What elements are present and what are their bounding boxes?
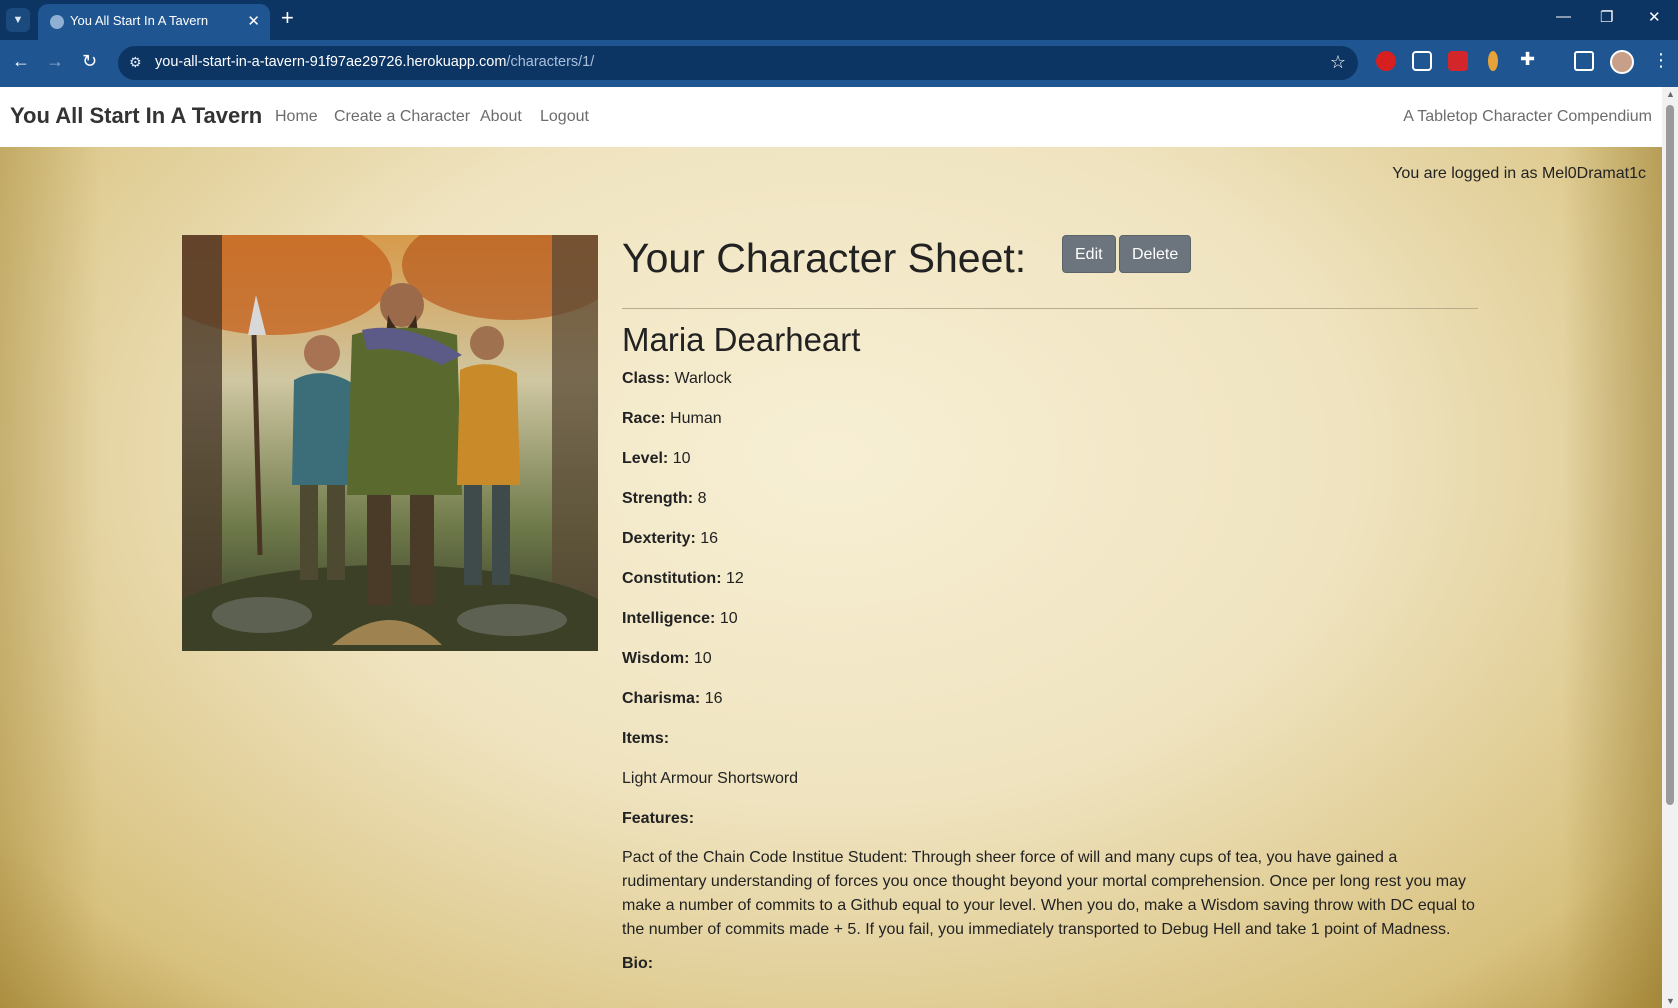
adventurers-illustration — [182, 235, 598, 651]
field-value: 10 — [693, 650, 712, 667]
field-value: 12 — [725, 570, 744, 587]
field-label: Constitution: — [622, 570, 722, 587]
field-intelligence: Intelligence: 10 — [622, 610, 738, 628]
field-wisdom: Wisdom: 10 — [622, 650, 712, 668]
scroll-thumb[interactable] — [1666, 105, 1674, 805]
delete-button[interactable]: Delete — [1119, 235, 1192, 273]
features-heading: Features: — [622, 810, 694, 828]
field-label: Level: — [622, 450, 669, 467]
nav-logout[interactable]: Logout — [540, 108, 589, 126]
field-class: Class: Warlock — [622, 370, 732, 388]
url-path: /characters/1/ — [506, 54, 595, 70]
window-close-icon[interactable]: ✕ — [1648, 8, 1661, 26]
site-brand[interactable]: You All Start In A Tavern — [10, 103, 262, 129]
url-host: you-all-start-in-a-tavern-91f97ae29726.h… — [155, 54, 507, 70]
profile-avatar[interactable] — [1610, 50, 1634, 74]
field-label: Strength: — [622, 490, 694, 507]
field-label: Intelligence: — [622, 610, 716, 627]
bio-heading: Bio: — [622, 955, 653, 973]
globe-icon — [50, 15, 64, 29]
field-value: 16 — [704, 690, 723, 707]
side-panel-icon[interactable] — [1574, 51, 1594, 71]
browser-tab-strip: ▼ You All Start In A Tavern ✕ + — ❐ ✕ — [0, 0, 1678, 40]
close-tab-icon[interactable]: ✕ — [247, 12, 260, 30]
field-label: Wisdom: — [622, 650, 690, 667]
features-text: Pact of the Chain Code Institue Student:… — [622, 849, 1475, 938]
nav-about[interactable]: About — [480, 108, 522, 126]
restore-icon[interactable]: ❐ — [1600, 8, 1613, 26]
tab-title: You All Start In A Tavern — [70, 13, 209, 28]
items-label: Items: — [622, 730, 670, 747]
site-info-icon[interactable]: ⚙ — [129, 54, 142, 71]
site-tagline: A Tabletop Character Compendium — [1403, 108, 1652, 125]
forward-arrow-icon[interactable]: → — [46, 51, 64, 72]
field-dexterity: Dexterity: 16 — [622, 530, 718, 548]
field-value: Warlock — [674, 370, 732, 387]
nav-create-character[interactable]: Create a Character — [334, 108, 470, 126]
tab-list-chevron-icon[interactable]: ▼ — [6, 8, 30, 32]
field-charisma: Charisma: 16 — [622, 690, 723, 708]
minimize-icon[interactable]: — — [1556, 8, 1571, 25]
url-text[interactable]: you-all-start-in-a-tavern-91f97ae29726.h… — [155, 54, 594, 70]
title-divider — [622, 308, 1478, 309]
scroll-up-arrow-icon[interactable]: ▲ — [1666, 89, 1675, 99]
pdf-extension-icon[interactable] — [1448, 51, 1468, 71]
logged-in-status: You are logged in as Mel0Dramat1c — [1392, 165, 1646, 182]
items-heading: Items: — [622, 730, 669, 748]
extension-reader-icon[interactable] — [1412, 51, 1432, 71]
page-title: Your Character Sheet: — [622, 235, 1027, 281]
character-portrait — [182, 235, 598, 651]
page-scrollbar[interactable]: ▲ ▼ — [1662, 87, 1678, 1008]
field-label: Race: — [622, 410, 666, 427]
site-navbar: You All Start In A Tavern Home Create a … — [0, 87, 1662, 147]
back-arrow-icon[interactable]: ← — [12, 51, 30, 72]
field-label: Dexterity: — [622, 530, 696, 547]
bio-label: Bio: — [622, 955, 654, 972]
bookmark-star-icon[interactable]: ☆ — [1330, 52, 1346, 73]
reload-icon[interactable]: ↻ — [82, 51, 97, 72]
nav-home[interactable]: Home — [275, 108, 318, 126]
field-value: 8 — [697, 490, 707, 507]
new-tab-plus-icon[interactable]: + — [281, 7, 294, 29]
features-label: Features: — [622, 810, 695, 827]
field-value: 10 — [719, 610, 738, 627]
scroll-down-arrow-icon[interactable]: ▼ — [1666, 996, 1675, 1006]
browser-tab[interactable]: You All Start In A Tavern ✕ — [38, 4, 270, 40]
browser-toolbar: ← → ↻ ⚙ you-all-start-in-a-tavern-91f97a… — [0, 40, 1678, 87]
puzzle-extensions-icon[interactable]: ✚ — [1520, 49, 1535, 70]
field-value: 10 — [672, 450, 691, 467]
field-value: 16 — [700, 530, 719, 547]
field-strength: Strength: 8 — [622, 490, 706, 508]
field-label: Class: — [622, 370, 671, 387]
field-value: Human — [670, 410, 722, 427]
extension-orange-icon[interactable] — [1488, 51, 1498, 71]
character-name: Maria Dearheart — [622, 321, 861, 358]
address-bar[interactable]: ⚙ you-all-start-in-a-tavern-91f97ae29726… — [118, 46, 1358, 80]
items-value: Light Armour Shortsword — [622, 770, 799, 787]
menu-kebab-icon[interactable]: ⋮ — [1652, 50, 1670, 71]
edit-button[interactable]: Edit — [1062, 235, 1116, 273]
field-level: Level: 10 — [622, 450, 691, 468]
extension-red-icon[interactable] — [1376, 51, 1396, 71]
field-race: Race: Human — [622, 410, 722, 428]
field-constitution: Constitution: 12 — [622, 570, 744, 588]
page-viewport: You All Start In A Tavern Home Create a … — [0, 87, 1662, 1008]
field-label: Charisma: — [622, 690, 701, 707]
